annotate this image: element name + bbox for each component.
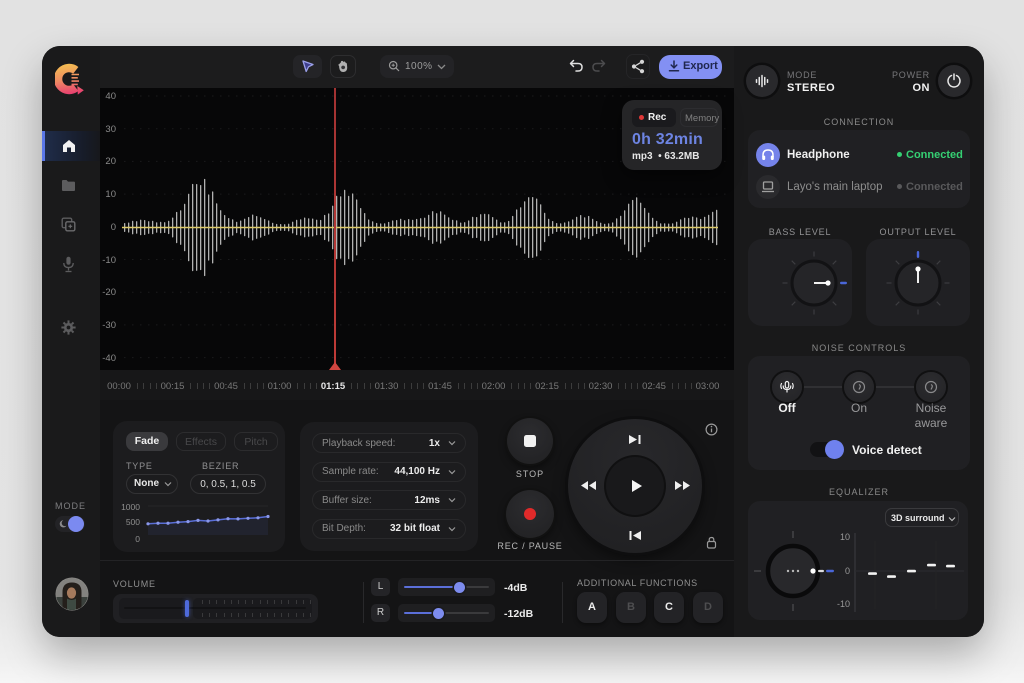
svg-text:-10: -10	[837, 599, 850, 609]
svg-text:0: 0	[845, 566, 850, 576]
svg-text:10: 10	[840, 532, 850, 542]
